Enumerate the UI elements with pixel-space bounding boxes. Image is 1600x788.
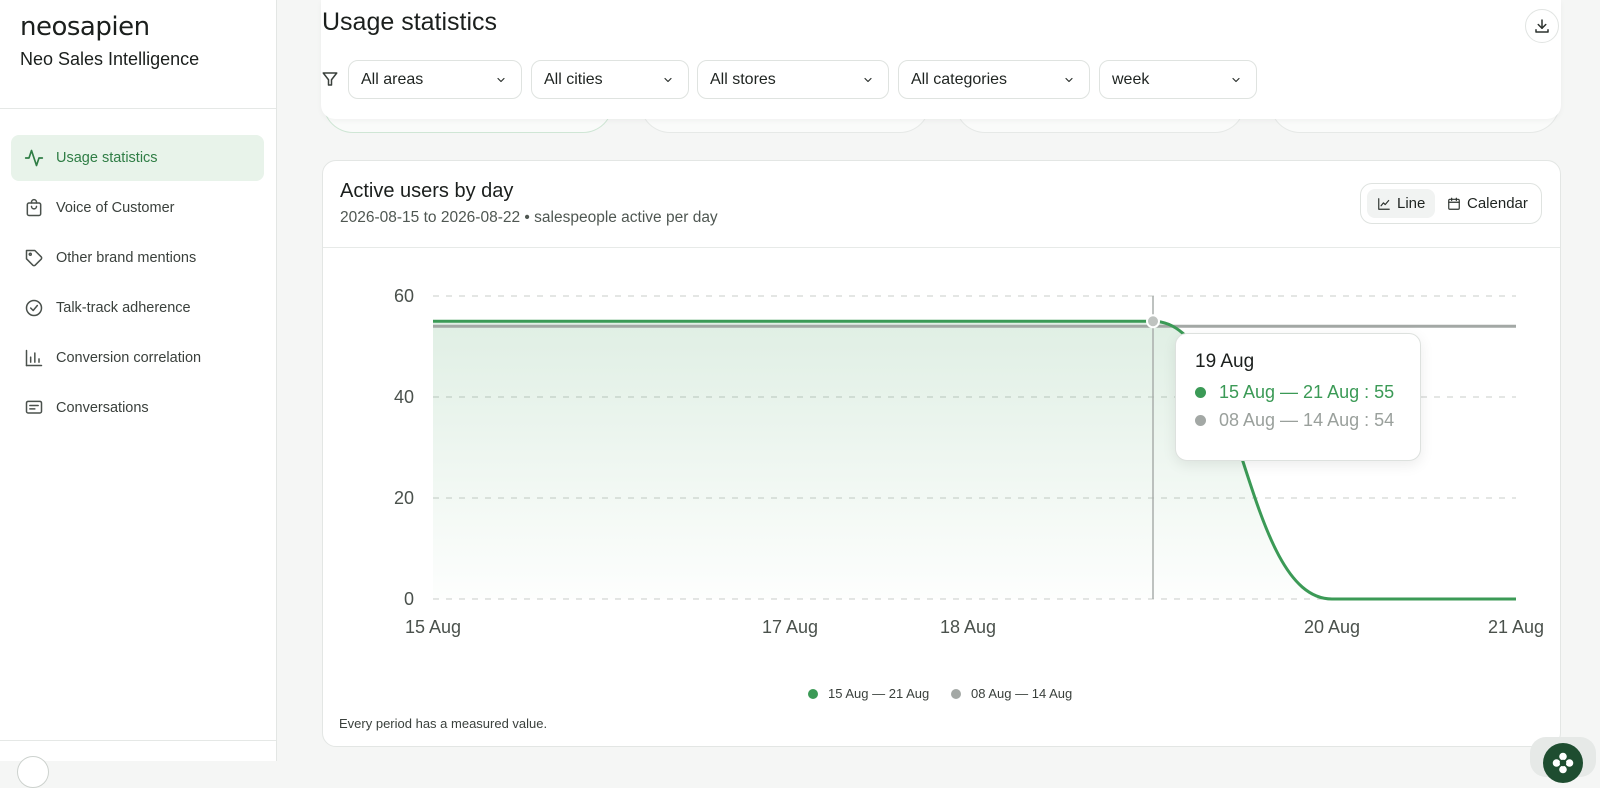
y-tick-label: 20: [394, 488, 414, 508]
hover-point: [1146, 314, 1160, 329]
chart-tooltip: 19 Aug 15 Aug — 21 Aug : 55 08 Aug — 14 …: [1175, 333, 1421, 461]
legend-item-previous-week[interactable]: 08 Aug — 14 Aug: [951, 686, 1072, 701]
tooltip-title: 19 Aug: [1195, 351, 1255, 372]
tooltip-row: 15 Aug — 21 Aug : 55: [1195, 382, 1394, 403]
legend-swatch: [951, 688, 961, 699]
legend-label: 08 Aug — 14 Aug: [971, 686, 1073, 701]
x-tick-label: 21 Aug: [1488, 617, 1544, 637]
tooltip-row-label: 15 Aug — 21 Aug : 55: [1219, 382, 1395, 402]
legend-item-current-week[interactable]: 15 Aug — 21 Aug: [808, 686, 929, 701]
tooltip-row-label: 08 Aug — 14 Aug : 54: [1219, 410, 1395, 430]
legend-swatch: [808, 688, 818, 699]
x-tick-label: 15 Aug: [405, 617, 461, 637]
y-tick-label: 60: [394, 286, 414, 306]
flower-icon: [1552, 752, 1574, 774]
chart-footnote: Every period has a measured value.: [339, 716, 548, 731]
x-tick-label: 17 Aug: [762, 617, 818, 637]
x-tick-label: 20 Aug: [1304, 617, 1360, 637]
tooltip-row: 08 Aug — 14 Aug : 54: [1195, 410, 1394, 431]
assistant-launcher-button[interactable]: [1543, 743, 1583, 783]
y-tick-label: 0: [404, 589, 414, 609]
chart-legend: 15 Aug — 21 Aug 08 Aug — 14 Aug: [0, 686, 1600, 706]
x-tick-label: 18 Aug: [940, 617, 996, 637]
y-tick-label: 40: [394, 387, 414, 407]
tooltip-swatch: [1195, 387, 1206, 398]
tooltip-swatch: [1195, 415, 1206, 426]
legend-label: 15 Aug — 21 Aug: [828, 686, 930, 701]
